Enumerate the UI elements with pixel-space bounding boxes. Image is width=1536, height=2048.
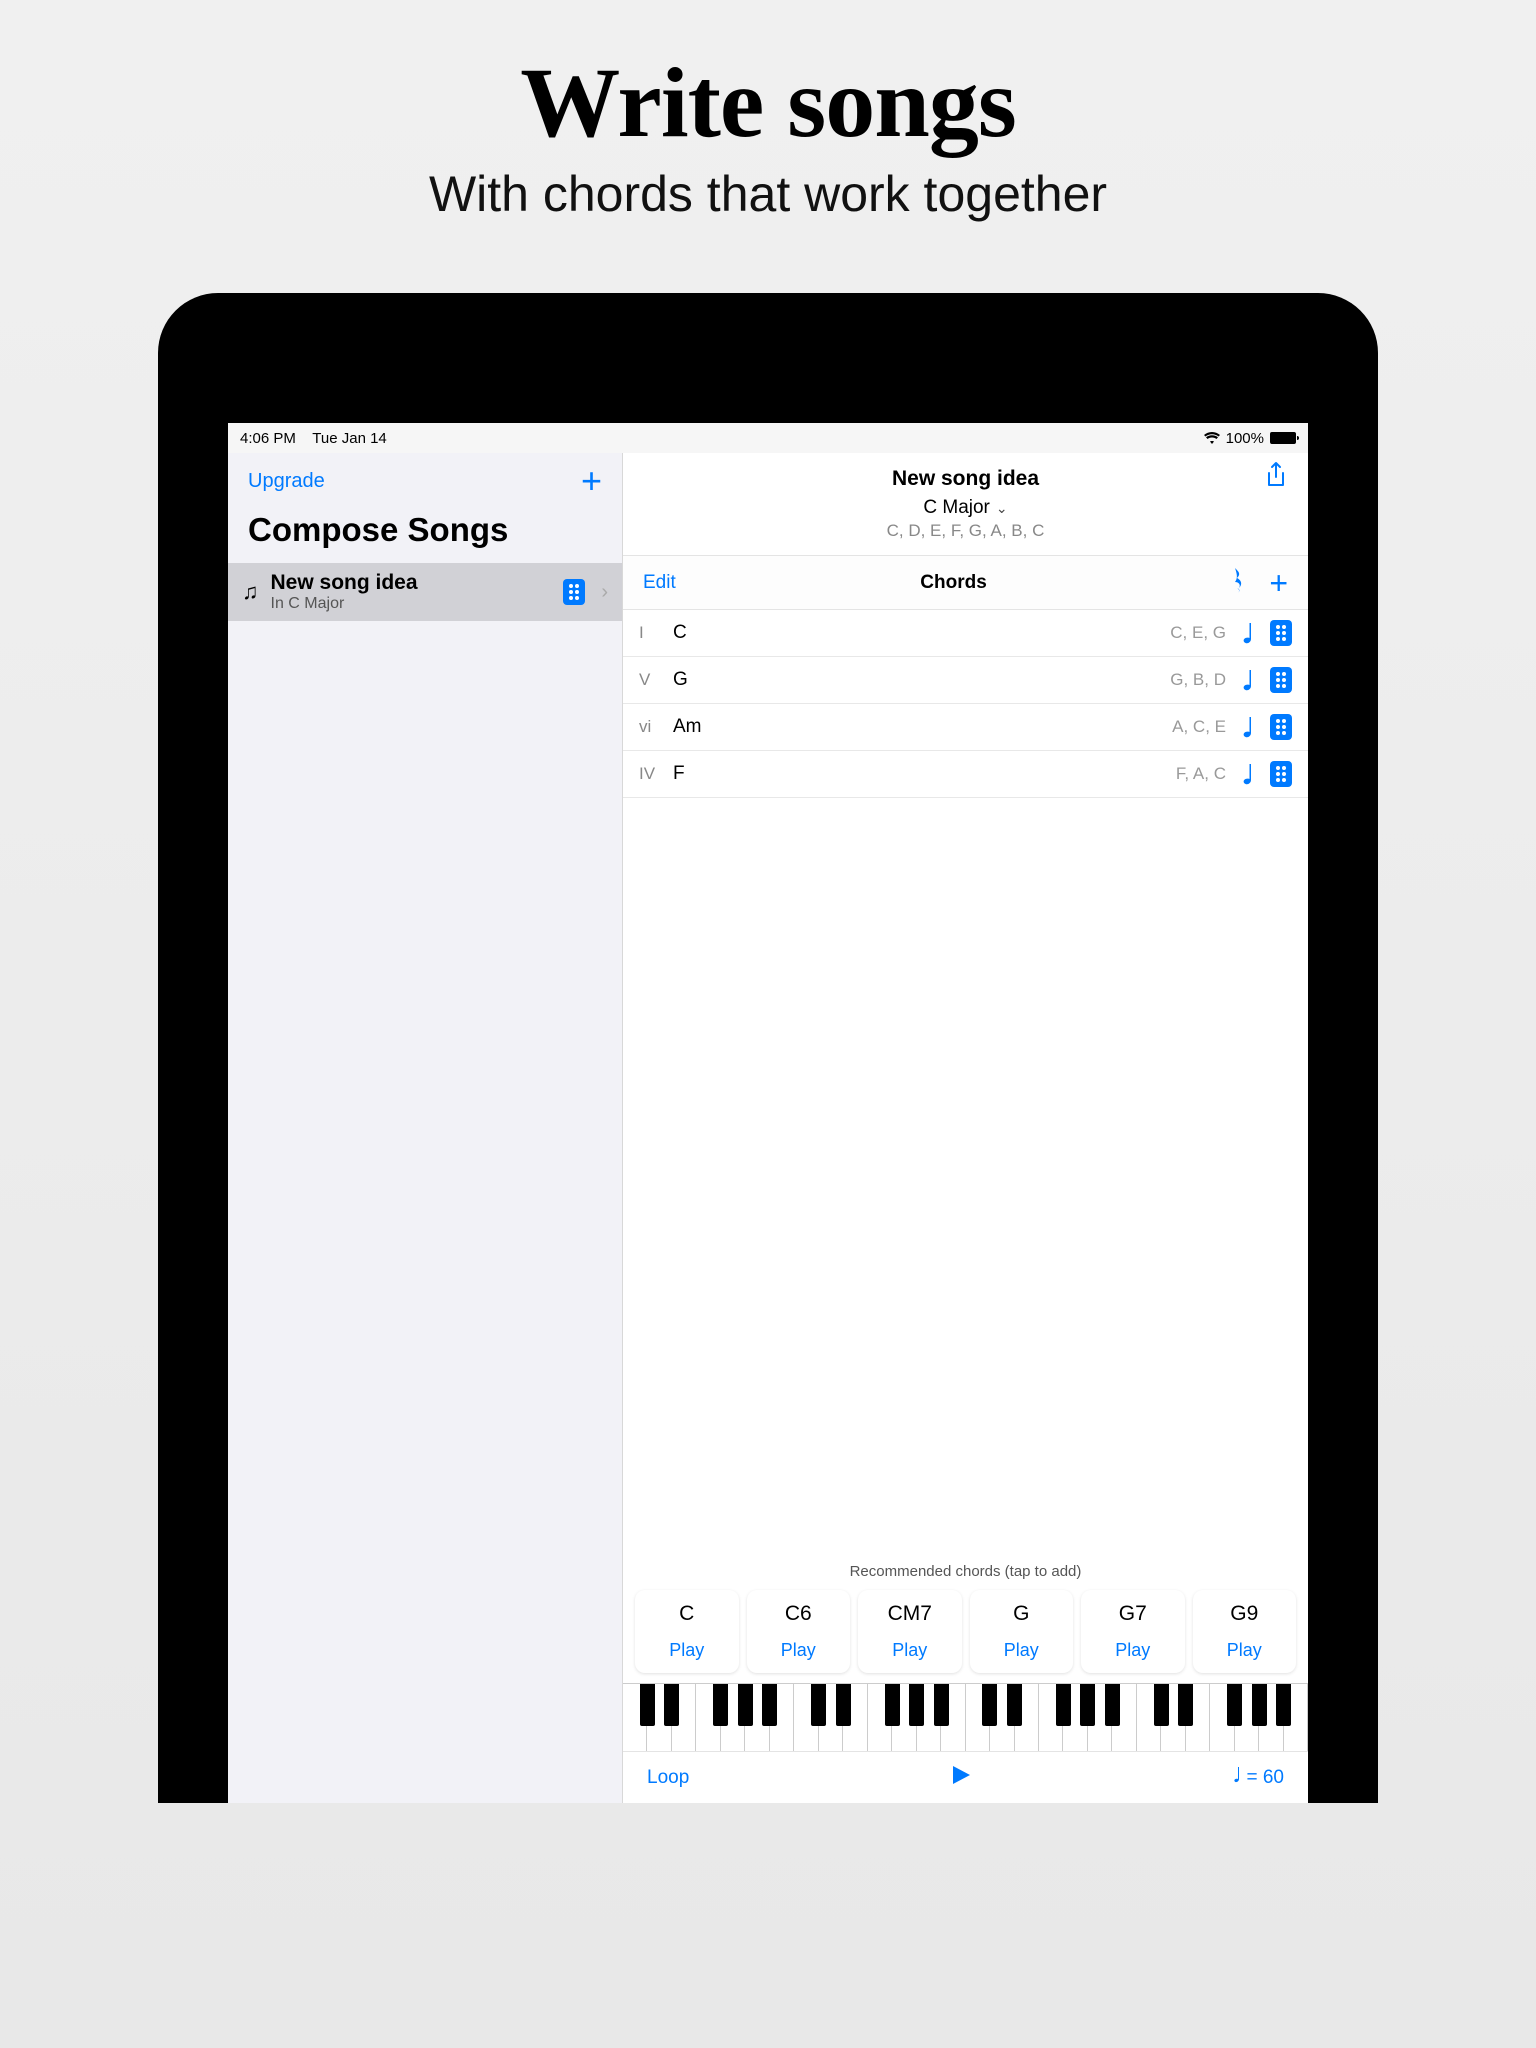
black-key[interactable] [1080, 1684, 1095, 1726]
upgrade-button[interactable]: Upgrade [248, 470, 325, 493]
chord-chip[interactable]: CM7 Play [858, 1590, 962, 1673]
chip-name: G9 [1197, 1602, 1293, 1626]
tempo-control[interactable]: = 60 [1232, 1766, 1284, 1790]
drag-handle-icon[interactable] [1270, 714, 1292, 740]
recommended-chips: C Play C6 Play CM7 Play G Play [623, 1584, 1308, 1683]
chord-notes: G, B, D [1170, 670, 1226, 690]
black-key[interactable] [1276, 1684, 1291, 1726]
status-bar: 4:06 PM Tue Jan 14 100% [228, 423, 1308, 453]
quarter-note-icon [1232, 1766, 1242, 1790]
quarter-note-icon[interactable] [1240, 621, 1256, 645]
chords-header: Chords [676, 572, 1232, 594]
song-title: New song idea [643, 467, 1288, 491]
chord-notes: A, C, E [1172, 717, 1226, 737]
chord-chip[interactable]: C6 Play [747, 1590, 851, 1673]
battery-pct: 100% [1226, 430, 1264, 447]
battery-icon [1270, 432, 1296, 444]
black-key[interactable] [713, 1684, 728, 1726]
piano-keyboard[interactable] [623, 1683, 1308, 1751]
chord-name: Am [673, 716, 1162, 738]
hero-subtitle: With chords that work together [429, 165, 1107, 223]
chip-play-button[interactable]: Play [639, 1640, 735, 1661]
rest-icon[interactable] [1231, 566, 1247, 599]
black-key[interactable] [934, 1684, 949, 1726]
share-button[interactable] [1264, 461, 1288, 494]
song-item-title: New song idea [271, 571, 552, 595]
chip-name: G [974, 1602, 1070, 1626]
chord-chip[interactable]: G7 Play [1081, 1590, 1185, 1673]
chord-notes: C, E, G [1170, 623, 1226, 643]
chord-degree: V [639, 670, 663, 690]
chevron-right-icon: › [597, 581, 608, 604]
song-list-item[interactable]: ♫ New song idea In C Major › [228, 563, 622, 621]
chip-name: C [639, 1602, 735, 1626]
song-item-subtitle: In C Major [271, 595, 552, 613]
chip-play-button[interactable]: Play [862, 1640, 958, 1661]
chord-row[interactable]: IV F F, A, C [623, 751, 1308, 798]
key-selector[interactable]: C Major ⌄ [923, 497, 1007, 519]
chip-play-button[interactable]: Play [974, 1640, 1070, 1661]
chord-row[interactable]: V G G, B, D [623, 657, 1308, 704]
black-key[interactable] [1252, 1684, 1267, 1726]
add-chord-button[interactable]: + [1269, 567, 1288, 599]
chord-name: C [673, 622, 1160, 644]
black-key[interactable] [836, 1684, 851, 1726]
chip-play-button[interactable]: Play [751, 1640, 847, 1661]
music-note-icon: ♫ [242, 579, 259, 605]
chip-name: CM7 [862, 1602, 958, 1626]
sidebar-title: Compose Songs [228, 509, 622, 563]
chip-name: G7 [1085, 1602, 1181, 1626]
edit-button[interactable]: Edit [643, 572, 676, 594]
black-key[interactable] [811, 1684, 826, 1726]
add-song-button[interactable]: + [581, 463, 602, 499]
chord-degree: vi [639, 717, 663, 737]
status-date: Tue Jan 14 [312, 430, 387, 447]
sidebar: Upgrade + Compose Songs ♫ New song idea … [228, 453, 623, 1803]
chip-play-button[interactable]: Play [1197, 1640, 1293, 1661]
black-key[interactable] [909, 1684, 924, 1726]
hero-title: Write songs [429, 45, 1107, 160]
chord-name: F [673, 763, 1166, 785]
black-key[interactable] [1056, 1684, 1071, 1726]
loop-button[interactable]: Loop [647, 1767, 689, 1789]
quarter-note-icon[interactable] [1240, 762, 1256, 786]
play-button[interactable] [689, 1764, 1232, 1791]
black-key[interactable] [1105, 1684, 1120, 1726]
chip-play-button[interactable]: Play [1085, 1640, 1181, 1661]
device-frame: 4:06 PM Tue Jan 14 100% Upgrade + Compos… [158, 293, 1378, 1803]
chord-list: I C C, E, G V G G, B, D vi [623, 610, 1308, 798]
chord-chip[interactable]: G Play [970, 1590, 1074, 1673]
quarter-note-icon[interactable] [1240, 668, 1256, 692]
drag-handle-icon[interactable] [1270, 667, 1292, 693]
chord-notes: F, A, C [1176, 764, 1226, 784]
black-key[interactable] [982, 1684, 997, 1726]
chord-name: G [673, 669, 1160, 691]
chord-row[interactable]: vi Am A, C, E [623, 704, 1308, 751]
drag-handle-icon[interactable] [563, 579, 585, 605]
wifi-icon [1204, 432, 1220, 444]
black-key[interactable] [1007, 1684, 1022, 1726]
status-time: 4:06 PM [240, 430, 296, 447]
chord-chip[interactable]: G9 Play [1193, 1590, 1297, 1673]
black-key[interactable] [1154, 1684, 1169, 1726]
black-key[interactable] [762, 1684, 777, 1726]
drag-handle-icon[interactable] [1270, 620, 1292, 646]
black-key[interactable] [640, 1684, 655, 1726]
black-key[interactable] [1227, 1684, 1242, 1726]
chord-row[interactable]: I C C, E, G [623, 610, 1308, 657]
chord-degree: IV [639, 764, 663, 784]
recommended-label: Recommended chords (tap to add) [623, 1559, 1308, 1584]
chord-degree: I [639, 623, 663, 643]
chevron-down-icon: ⌄ [996, 500, 1008, 517]
chord-chip[interactable]: C Play [635, 1590, 739, 1673]
black-key[interactable] [885, 1684, 900, 1726]
black-key[interactable] [664, 1684, 679, 1726]
black-key[interactable] [738, 1684, 753, 1726]
quarter-note-icon[interactable] [1240, 715, 1256, 739]
chip-name: C6 [751, 1602, 847, 1626]
scale-notes: C, D, E, F, G, A, B, C [643, 521, 1288, 541]
drag-handle-icon[interactable] [1270, 761, 1292, 787]
black-key[interactable] [1178, 1684, 1193, 1726]
